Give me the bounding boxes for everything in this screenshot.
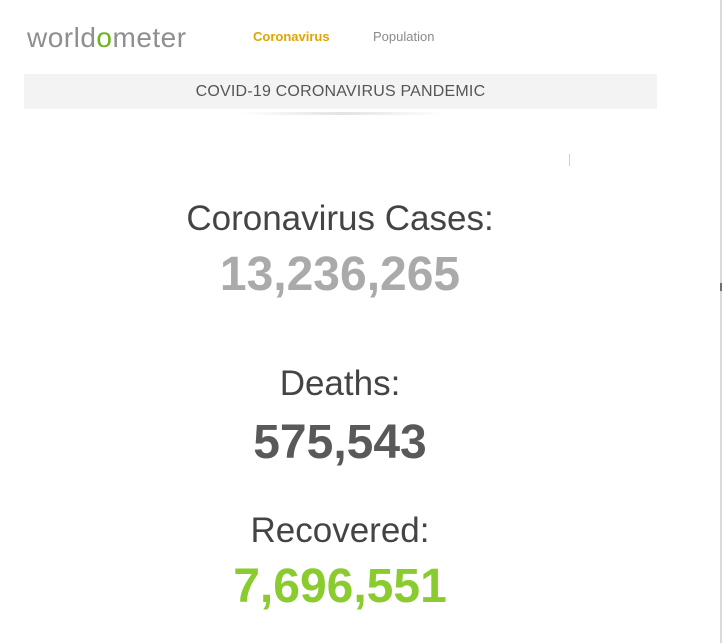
nav-link-population[interactable]: Population (373, 29, 434, 45)
divider-mark (569, 154, 570, 166)
recovered-label: Recovered: (250, 511, 430, 550)
deaths-value: 575,543 (253, 416, 427, 469)
logo-text-meter: meter (112, 22, 187, 53)
logo-text-accent-o: o (96, 22, 113, 53)
cases-value: 13,236,265 (219, 248, 461, 301)
logo-text-world: world (27, 22, 97, 53)
cases-label: Coronavirus Cases: (186, 199, 494, 238)
nav-link-coronavirus[interactable]: Coronavirus (253, 29, 330, 45)
deaths-counter: Deaths: 575,543 (0, 364, 680, 470)
deaths-label: Deaths: (279, 364, 401, 403)
top-navbar: worldometer Coronavirus Population (0, 0, 720, 72)
page-title-banner: COVID-19 CORONAVIRUS PANDEMIC (24, 74, 657, 109)
recovered-value: 7,696,551 (233, 560, 447, 613)
banner-shadow (240, 112, 445, 115)
cases-counter: Coronavirus Cases: 13,236,265 (0, 199, 680, 302)
recovered-counter: Recovered: 7,696,551 (0, 511, 680, 614)
worldometer-logo[interactable]: worldometer (27, 22, 187, 54)
